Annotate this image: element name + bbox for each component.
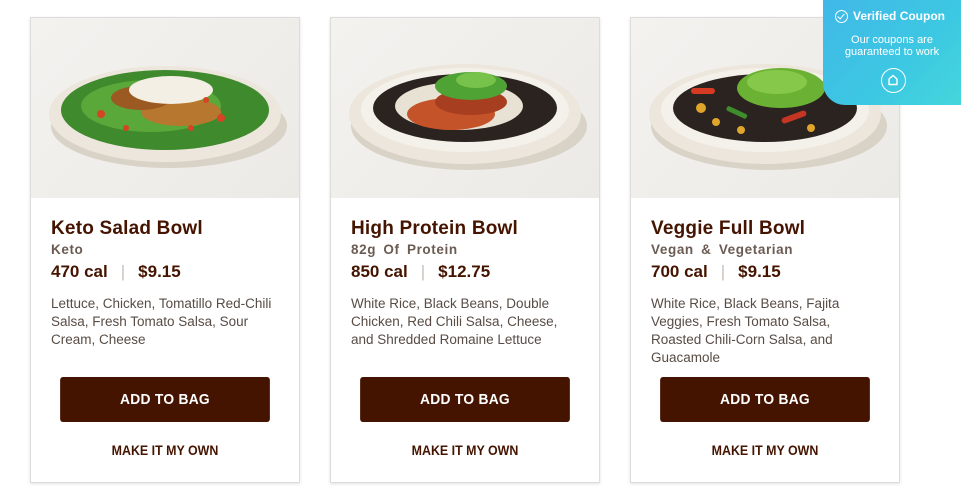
divider: | xyxy=(120,262,126,281)
verified-coupon-badge[interactable]: Verified Coupon Our coupons are guarante… xyxy=(823,0,961,105)
coupon-logo-icon[interactable] xyxy=(881,68,906,93)
nutrition-price: 700 cal | $9.15 xyxy=(651,262,781,282)
bowl-description: White Rice, Black Beans, Double Chicken,… xyxy=(351,296,558,347)
coupon-title-text: Verified Coupon xyxy=(853,9,946,23)
bowl-tag: Keto xyxy=(51,242,84,257)
make-it-my-own-link[interactable]: MAKE IT MY OWN xyxy=(660,443,870,458)
bowl-name: Veggie Full Bowl xyxy=(651,218,806,239)
coupon-subtitle: Our coupons are guaranteed to work xyxy=(844,34,940,58)
add-to-bag-button[interactable]: ADD TO BAG xyxy=(660,377,870,422)
divider: | xyxy=(420,262,426,281)
menu-card-keto-salad-bowl: Keto Salad Bowl Keto 470 cal | $9.15 Let… xyxy=(30,17,300,483)
bowl-description: Lettuce, Chicken, Tomatillo Red-Chili Sa… xyxy=(51,296,272,347)
add-to-bag-button[interactable]: ADD TO BAG xyxy=(360,377,570,422)
price: $12.75 xyxy=(438,262,491,281)
make-it-my-own-link[interactable]: MAKE IT MY OWN xyxy=(360,443,570,458)
price: $9.15 xyxy=(138,262,181,281)
bowl-description: White Rice, Black Beans, Fajita Veggies,… xyxy=(651,296,840,365)
price: $9.15 xyxy=(738,262,781,281)
divider: | xyxy=(720,262,726,281)
calories: 850 cal xyxy=(351,262,408,281)
bowl-name: Keto Salad Bowl xyxy=(51,218,203,239)
bowl-name: High Protein Bowl xyxy=(351,218,519,239)
nutrition-price: 850 cal | $12.75 xyxy=(351,262,490,282)
menu-card-high-protein-bowl: High Protein Bowl 82g Of Protein 850 cal… xyxy=(330,17,600,483)
bowl-tag: Vegan & Vegetarian xyxy=(651,242,794,257)
calories: 470 cal xyxy=(51,262,108,281)
nutrition-price: 470 cal | $9.15 xyxy=(51,262,181,282)
coupon-title: Verified Coupon xyxy=(835,9,945,23)
add-to-bag-button[interactable]: ADD TO BAG xyxy=(60,377,270,422)
bowl-photo[interactable] xyxy=(31,18,299,198)
check-circle-icon xyxy=(835,9,848,23)
make-it-my-own-link[interactable]: MAKE IT MY OWN xyxy=(60,443,270,458)
calories: 700 cal xyxy=(651,262,708,281)
bowl-tag: 82g Of Protein xyxy=(351,242,458,257)
bowl-photo[interactable] xyxy=(331,18,599,198)
